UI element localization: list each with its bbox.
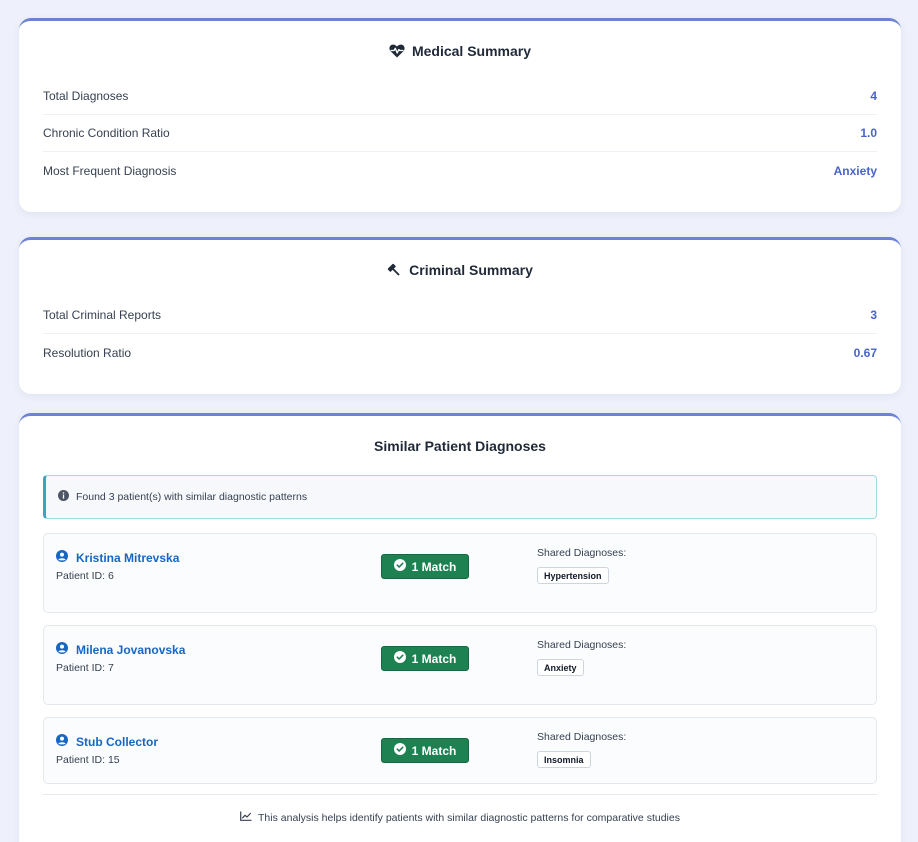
match-badge: 1 Match: [381, 738, 469, 763]
patient-card: Milena Jovanovska Patient ID: 7 1 Match …: [43, 625, 877, 705]
gavel-icon: [387, 263, 402, 278]
diagnosis-tag: Insomnia: [537, 751, 591, 768]
stat-label: Resolution Ratio: [43, 345, 132, 360]
criminal-summary-title: Criminal Summary: [19, 262, 901, 278]
footer-note: This analysis helps identify patients wi…: [19, 811, 901, 824]
similar-diagnoses-card: Similar Patient Diagnoses Found 3 patien…: [19, 413, 901, 842]
heartbeat-icon: [389, 44, 405, 58]
stat-row-total-reports: Total Criminal Reports 3: [43, 297, 877, 334]
footer-note-text: This analysis helps identify patients wi…: [258, 811, 680, 824]
patient-name: Stub Collector: [76, 734, 159, 749]
match-count: 1 Match: [411, 651, 457, 666]
diagnosis-tag: Anxiety: [537, 659, 584, 676]
user-circle-icon: [56, 550, 68, 565]
patient-name-link[interactable]: Kristina Mitrevska: [56, 550, 179, 565]
stat-row-chronic-ratio: Chronic Condition Ratio 1.0: [43, 115, 877, 152]
shared-diagnoses-label: Shared Diagnoses:: [537, 731, 627, 743]
shared-diagnoses-label: Shared Diagnoses:: [537, 547, 627, 559]
stat-value: Anxiety: [833, 163, 877, 178]
patient-id: Patient ID: 7: [56, 662, 114, 674]
match-badge: 1 Match: [381, 646, 469, 671]
patient-card: Stub Collector Patient ID: 15 1 Match Sh…: [43, 717, 877, 784]
chart-line-icon: [240, 811, 252, 824]
stat-label: Total Diagnoses: [43, 89, 129, 103]
footer-divider: [43, 794, 877, 795]
stat-value: 4: [870, 89, 877, 103]
patient-name: Milena Jovanovska: [76, 642, 186, 657]
criminal-summary-title-text: Criminal Summary: [409, 262, 533, 278]
user-circle-icon: [56, 642, 68, 657]
criminal-summary-card: Criminal Summary Total Criminal Reports …: [19, 237, 901, 394]
info-icon: [58, 490, 69, 504]
stat-row-total-diagnoses: Total Diagnoses 4: [43, 78, 877, 115]
stat-value: 3: [870, 308, 877, 322]
user-circle-icon: [56, 734, 68, 749]
patient-id: Patient ID: 6: [56, 570, 114, 582]
match-count: 1 Match: [411, 559, 457, 574]
patient-id: Patient ID: 15: [56, 754, 120, 766]
similar-diagnoses-title-text: Similar Patient Diagnoses: [374, 438, 546, 454]
check-circle-icon: [393, 651, 406, 666]
patient-card: Kristina Mitrevska Patient ID: 6 1 Match…: [43, 533, 877, 613]
stat-label: Most Frequent Diagnosis: [43, 163, 177, 178]
patient-name-link[interactable]: Milena Jovanovska: [56, 642, 185, 657]
patient-name: Kristina Mitrevska: [76, 550, 180, 565]
stat-label: Chronic Condition Ratio: [43, 126, 170, 140]
match-badge: 1 Match: [381, 554, 469, 579]
patient-name-link[interactable]: Stub Collector: [56, 734, 158, 749]
stat-value: 1.0: [860, 126, 877, 140]
info-text: Found 3 patient(s) with similar diagnost…: [76, 491, 308, 503]
medical-summary-card: Medical Summary Total Diagnoses 4 Chroni…: [19, 18, 901, 212]
stat-row-most-frequent: Most Frequent Diagnosis Anxiety: [43, 152, 877, 189]
medical-summary-title: Medical Summary: [19, 43, 901, 59]
medical-summary-title-text: Medical Summary: [411, 43, 532, 59]
stat-value: 0.67: [853, 345, 877, 360]
stat-row-resolution-ratio: Resolution Ratio 0.67: [43, 334, 877, 371]
shared-diagnoses-label: Shared Diagnoses:: [537, 639, 627, 651]
info-alert: Found 3 patient(s) with similar diagnost…: [43, 475, 877, 519]
match-count: 1 Match: [411, 743, 457, 758]
similar-diagnoses-title: Similar Patient Diagnoses: [19, 438, 901, 454]
check-circle-icon: [393, 743, 406, 758]
diagnosis-tag: Hypertension: [537, 567, 609, 584]
stat-label: Total Criminal Reports: [43, 308, 162, 322]
check-circle-icon: [393, 559, 406, 574]
